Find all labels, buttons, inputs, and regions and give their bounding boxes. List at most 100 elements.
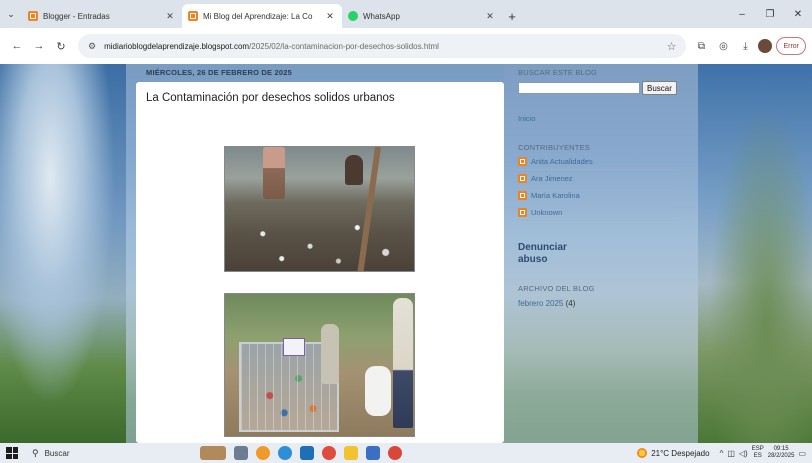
tab-search-chevron-icon[interactable]: ⌄ [0, 0, 22, 28]
blogger-profile-icon [518, 157, 527, 166]
blogger-icon [28, 11, 38, 21]
language-code: ESP [751, 446, 764, 452]
post-date-header: MIÉRCOLES, 26 DE FEBRERO DE 2025 [146, 68, 293, 77]
background-landscape-right [698, 64, 812, 443]
minimize-button[interactable]: – [728, 0, 756, 28]
tab-label: Blogger - Entradas [43, 11, 110, 21]
close-icon[interactable]: ✕ [164, 11, 176, 22]
reload-icon[interactable]: ↻ [50, 35, 72, 57]
clock-date: 28/2/2025 [767, 453, 795, 459]
clock-time: 09:15 [773, 446, 789, 452]
forward-arrow-icon[interactable]: → [28, 35, 50, 57]
blogger-profile-icon [518, 208, 527, 217]
store-icon[interactable] [300, 446, 314, 460]
windows-start-icon[interactable] [6, 447, 18, 459]
tab-whatsapp[interactable]: WhatsApp ✕ [342, 4, 502, 28]
edge-icon[interactable] [278, 446, 292, 460]
post-image-polluted-shore[interactable] [224, 146, 415, 272]
blog-post: La Contaminación por desechos solidos ur… [136, 82, 504, 443]
blogger-icon [188, 11, 198, 21]
close-icon[interactable]: ✕ [324, 11, 336, 22]
widgets-icon[interactable] [200, 446, 226, 460]
extensions-icon[interactable]: ⧉ [692, 37, 710, 55]
close-window-button[interactable]: ✕ [784, 0, 812, 28]
url-host: midiarioblogdelaprendizaje.blogspot.com [104, 41, 250, 51]
weather-widget[interactable]: 21°C Despejado [637, 448, 710, 458]
photos-icon[interactable] [366, 446, 380, 460]
image-person-legs [263, 147, 285, 199]
lens-icon[interactable]: ◎ [714, 37, 732, 55]
contributor-link[interactable]: Anita Actualidades [518, 154, 676, 170]
image-child [345, 155, 363, 185]
search-icon: ⚲ [32, 447, 39, 458]
contributor-link[interactable]: Unknown [518, 205, 676, 221]
taskbar-search[interactable]: ⚲ Buscar [32, 448, 140, 459]
language-indicator[interactable]: ESP ES [752, 446, 764, 460]
blogger-profile-icon [518, 191, 527, 200]
search-heading: BUSCAR ESTE BLOG [518, 68, 598, 77]
tab-label: Mi Blog del Aprendizaje: La Co [203, 11, 313, 21]
window-controls: – ❐ ✕ [728, 0, 812, 28]
image-person-right [393, 298, 413, 428]
task-view-icon[interactable] [234, 446, 248, 460]
blogger-profile-icon [518, 174, 527, 183]
keyboard-code: ES [753, 453, 762, 459]
volume-icon[interactable]: ◁) [739, 449, 748, 458]
download-icon[interactable]: ⤓ [736, 37, 754, 55]
report-abuse-link[interactable]: Denunciar abuso [518, 242, 567, 266]
chevron-up-icon[interactable]: ^ [720, 449, 724, 458]
archive-heading: ARCHIVO DEL BLOG [518, 284, 595, 293]
report-abuse-line-1: Denunciar [518, 242, 567, 253]
archive-month-link[interactable]: febrero 2025 (4) [518, 299, 575, 308]
image-person-left [321, 324, 339, 384]
background-landscape-left [0, 64, 126, 443]
back-arrow-icon[interactable]: ← [6, 35, 28, 57]
url-path: /2025/02/la-contaminacion-por-desechos-s… [249, 41, 439, 51]
new-tab-button[interactable]: + [502, 4, 522, 28]
whatsapp-icon [348, 11, 358, 21]
contributor-link[interactable]: Ara Jimenez [518, 171, 676, 187]
report-abuse-line-2: abuso [518, 254, 548, 265]
chrome-icon[interactable] [322, 446, 336, 460]
contributor-link[interactable]: María Karolina [518, 188, 676, 204]
web-page: MIÉRCOLES, 26 DE FEBRERO DE 2025 La Cont… [0, 64, 812, 443]
tab-blogger-entradas[interactable]: Blogger - Entradas ✕ [22, 4, 182, 28]
archive-count: (4) [565, 299, 576, 308]
taskbar-search-label: Buscar [44, 448, 70, 458]
windows-taskbar: ⚲ Buscar 21°C Despejado ^ ◫ ◁) ESP ES 09… [0, 443, 812, 463]
contributor-name: Unknown [531, 208, 563, 217]
profile-avatar[interactable] [758, 39, 773, 53]
blog-search-input[interactable] [518, 82, 640, 94]
tab-mi-blog[interactable]: Mi Blog del Aprendizaje: La Co ✕ [182, 4, 342, 28]
contributor-name: Anita Actualidades [531, 157, 593, 166]
tab-strip: ⌄ Blogger - Entradas ✕ Mi Blog del Apren… [0, 0, 812, 28]
home-link[interactable]: Inicio [518, 114, 536, 123]
maximize-button[interactable]: ❐ [756, 0, 784, 28]
bookmark-star-icon[interactable]: ☆ [667, 40, 677, 53]
network-icon[interactable]: ◫ [727, 449, 735, 458]
image-white-bag [365, 366, 391, 416]
sun-icon [637, 448, 648, 458]
blog-search-button[interactable]: Buscar [642, 81, 677, 95]
contributors-heading: CONTRIBUYENTES [518, 143, 590, 152]
error-button[interactable]: Error [776, 37, 806, 55]
close-icon[interactable]: ✕ [484, 11, 496, 22]
browser-toolbar: ← → ↻ ⚙ midiarioblogdelaprendizaje.blogs… [0, 28, 812, 64]
post-title: La Contaminación por desechos solidos ur… [146, 92, 395, 104]
copilot-icon[interactable] [256, 446, 270, 460]
browser-app-icon[interactable] [388, 446, 402, 460]
weather-text: 21°C Despejado [651, 448, 710, 458]
post-image-recycling-cage[interactable] [224, 293, 415, 437]
site-settings-icon[interactable]: ⚙ [88, 41, 96, 52]
notifications-icon[interactable]: ▭ [798, 449, 806, 458]
address-bar[interactable]: ⚙ midiarioblogdelaprendizaje.blogspot.co… [78, 34, 687, 58]
taskbar-apps [200, 446, 402, 460]
contributor-name: Ara Jimenez [531, 174, 573, 183]
tab-label: WhatsApp [363, 11, 400, 21]
archive-month: febrero 2025 [518, 299, 564, 308]
system-tray: ^ ◫ ◁) ESP ES 09:15 28/2/2025 ▭ [720, 446, 806, 460]
contributor-name: María Karolina [531, 191, 580, 200]
clock[interactable]: 09:15 28/2/2025 [768, 446, 795, 460]
file-explorer-icon[interactable] [344, 446, 358, 460]
image-sign [283, 338, 305, 356]
